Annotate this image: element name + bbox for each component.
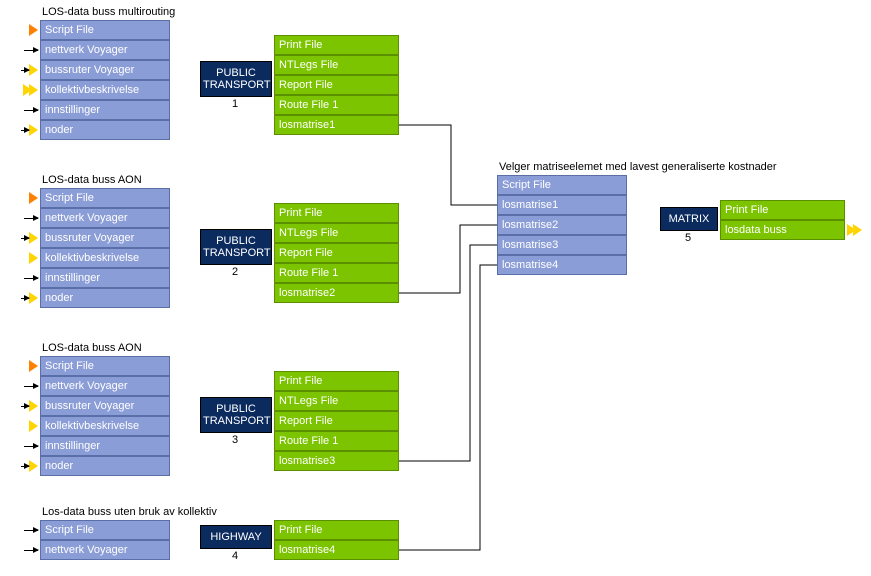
group-title-1: LOS-data buss multirouting [42,6,175,18]
output-print-file-4: Print File [274,520,399,540]
pin-icon [29,24,38,36]
group-title-5: Velger matriseelemet med lavest generali… [499,161,777,173]
arrow-icon [21,406,29,407]
input-script-file-2: Script File [18,188,170,208]
arrow-icon [21,130,29,131]
group-title-4: Los-data buss uten bruk av kollektiv [42,506,217,518]
node-highway[interactable]: HIGHWAY [200,525,272,549]
input-script-file-1: Script File [18,20,170,40]
output-ntlegs-2: NTLegs File [274,223,399,243]
input-kollektiv-3: kollektivbeskrivelse [18,416,170,436]
input-innstillinger-1: innstillinger [18,100,170,120]
input-noder-3: noder [18,456,170,476]
arrow-icon [24,218,38,219]
input-nettverk-3: nettverk Voyager [18,376,170,396]
output-losmatrise4: losmatrise4 [274,540,399,560]
input-nettverk-2: nettverk Voyager [18,208,170,228]
node-number-2: 2 [232,266,238,278]
node-public-transport-1[interactable]: PUBLIC TRANSPORT [200,61,272,97]
output-print-file-2: Print File [274,203,399,223]
arrow-icon [24,530,38,531]
input-nettverk-1: nettverk Voyager [18,40,170,60]
arrow-icon [24,386,38,387]
arrow-icon [21,238,29,239]
arrow-icon [24,550,38,551]
node-number-5: 5 [685,232,691,244]
output-ntlegs-1: NTLegs File [274,55,399,75]
node-number-1: 1 [232,98,238,110]
mx-input-los2: losmatrise2 [497,215,627,235]
group-title-2: LOS-data buss AON [42,174,142,186]
input-innstillinger-3: innstillinger [18,436,170,456]
input-bussruter-3: bussruter Voyager [18,396,170,416]
output-ntlegs-3: NTLegs File [274,391,399,411]
pin-icon [29,64,38,76]
output-losmatrise1: losmatrise1 [274,115,399,135]
output-losmatrise3: losmatrise3 [274,451,399,471]
output-print-file-3: Print File [274,371,399,391]
output-route-1: Route File 1 [274,95,399,115]
output-report-2: Report File [274,243,399,263]
node-matrix[interactable]: MATRIX [660,207,718,231]
input-innstillinger-2: innstillinger [18,268,170,288]
arrow-icon [24,278,38,279]
mx-input-los3: losmatrise3 [497,235,627,255]
pin-icon [29,232,38,244]
input-nettverk-4: nettverk Voyager [18,540,170,560]
input-noder-2: noder [18,288,170,308]
mx-output-losdata: losdata buss [720,220,867,240]
node-public-transport-3[interactable]: PUBLIC TRANSPORT [200,397,272,433]
output-route-2: Route File 1 [274,263,399,283]
output-report-3: Report File [274,411,399,431]
mx-output-print: Print File [720,200,845,220]
arrow-icon [24,110,38,111]
mx-input-los1: losmatrise1 [497,195,627,215]
pin-icon [29,84,38,96]
output-route-3: Route File 1 [274,431,399,451]
output-print-file-1: Print File [274,35,399,55]
input-script-file-3: Script File [18,356,170,376]
mx-input-script: Script File [497,175,627,195]
arrow-icon [24,50,38,51]
node-public-transport-2[interactable]: PUBLIC TRANSPORT [200,229,272,265]
input-bussruter-1: bussruter Voyager [18,60,170,80]
input-kollektiv-2: kollektivbeskrivelse [18,248,170,268]
input-bussruter-2: bussruter Voyager [18,228,170,248]
arrow-icon [21,70,29,71]
mx-input-los4: losmatrise4 [497,255,627,275]
output-losmatrise2: losmatrise2 [274,283,399,303]
pin-icon [29,124,38,136]
pin-icon [29,192,38,204]
pin-icon [29,292,38,304]
input-kollektiv-1: kollektivbeskrivelse [18,80,170,100]
node-number-3: 3 [232,434,238,446]
node-number-4: 4 [232,550,238,562]
pin-icon [853,224,862,236]
input-script-file-4: Script File [18,520,170,540]
arrow-icon [21,466,29,467]
output-report-1: Report File [274,75,399,95]
input-noder-1: noder [18,120,170,140]
pin-icon [29,252,38,264]
pin-icon [29,360,38,372]
arrow-icon [21,298,29,299]
arrow-icon [24,446,38,447]
pin-icon [29,400,38,412]
pin-icon [29,460,38,472]
group-title-3: LOS-data buss AON [42,342,142,354]
pin-icon [29,420,38,432]
